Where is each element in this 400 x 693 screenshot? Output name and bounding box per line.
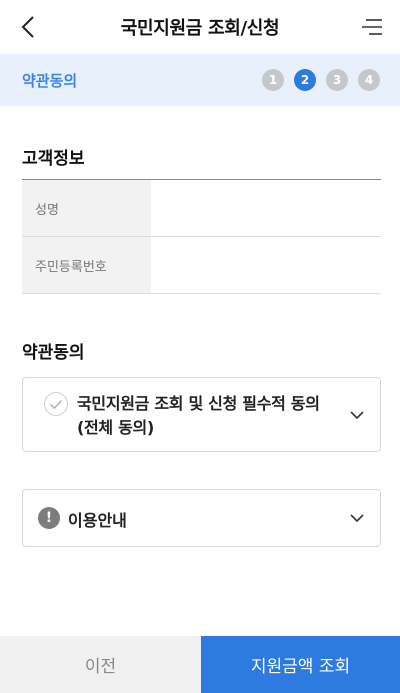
name-value (151, 180, 381, 236)
step-2-active: 2 (294, 69, 316, 91)
table-row: 주민등록번호 (22, 237, 381, 294)
check-amount-button[interactable]: 지원금액 조회 (201, 636, 400, 693)
step-1: 1 (262, 69, 284, 91)
resident-number-value (151, 237, 381, 293)
agree-all-card[interactable]: 국민지원금 조회 및 신청 필수적 동의(전체 동의) (22, 377, 381, 452)
usage-notice-card[interactable]: ! 이용안내 (22, 489, 381, 547)
customer-info-heading: 고객정보 (22, 149, 85, 169)
previous-button[interactable]: 이전 (0, 636, 201, 693)
check-icon (49, 399, 63, 409)
exclamation-icon: ! (38, 507, 60, 529)
menu-button[interactable] (360, 14, 388, 40)
terms-heading: 약관동의 (22, 343, 85, 363)
bottom-action-bar: 이전 지원금액 조회 (0, 636, 400, 693)
menu-icon (362, 19, 382, 35)
step-4: 4 (358, 69, 380, 91)
usage-notice-label: 이용안내 (68, 511, 127, 530)
agree-all-label: 국민지원금 조회 및 신청 필수적 동의(전체 동의) (77, 394, 320, 437)
step-indicator: 1 2 3 4 (262, 69, 380, 91)
step-label: 약관동의 (22, 72, 78, 90)
page-title: 국민지원금 조회/신청 (120, 18, 280, 39)
step-3: 3 (326, 69, 348, 91)
app-header: 국민지원금 조회/신청 (0, 0, 400, 54)
agree-checkbox[interactable] (44, 392, 68, 416)
table-row: 성명 (22, 180, 381, 237)
chevron-down-icon[interactable] (350, 410, 364, 420)
customer-info-table: 성명 주민등록번호 (22, 179, 381, 294)
step-bar: 약관동의 1 2 3 4 (0, 54, 400, 106)
resident-number-label: 주민등록번호 (22, 237, 151, 293)
name-label: 성명 (22, 180, 151, 236)
chevron-down-icon[interactable] (350, 513, 364, 523)
